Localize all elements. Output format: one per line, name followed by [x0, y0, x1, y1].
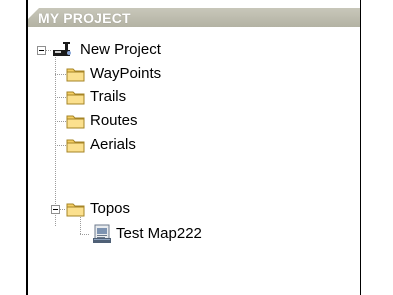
tree-item-label: Trails: [90, 88, 127, 105]
project-panel: MY PROJECT New Project WayPoints Trails …: [28, 8, 360, 295]
tree-item-label: Aerials: [90, 136, 136, 153]
tree-connector: [55, 74, 66, 75]
tree-connector-root: [55, 55, 56, 227]
tree-connector: [80, 234, 90, 235]
tree-connector: [55, 121, 66, 122]
tree-connector-topos: [80, 217, 81, 234]
project-globe-icon: [53, 42, 71, 56]
folder-icon: [66, 203, 85, 217]
map-document-icon: [93, 224, 111, 243]
folder-icon: [66, 91, 85, 105]
tree-item-label: Topos: [90, 200, 131, 217]
right-border-line: [360, 0, 361, 295]
cropped-text-fragment: [100, 0, 105, 8]
cropped-top-strip: [0, 0, 393, 8]
tree-item-label: Routes: [90, 112, 138, 129]
panel-title: MY PROJECT: [38, 10, 131, 26]
collapse-toggle[interactable]: [51, 205, 60, 214]
tree-item-label: New Project: [80, 41, 161, 58]
project-tree[interactable]: New Project WayPoints Trails Routes Aeri…: [28, 27, 360, 295]
tree-connector: [55, 97, 66, 98]
collapse-toggle[interactable]: [37, 46, 46, 55]
tree-connector: [55, 145, 66, 146]
tree-item-label: WayPoints: [90, 65, 162, 82]
panel-header: MY PROJECT: [28, 8, 360, 27]
folder-icon: [66, 139, 85, 153]
folder-icon: [66, 68, 85, 82]
tree-item-label: Test Map222: [116, 225, 202, 242]
folder-icon: [66, 115, 85, 129]
